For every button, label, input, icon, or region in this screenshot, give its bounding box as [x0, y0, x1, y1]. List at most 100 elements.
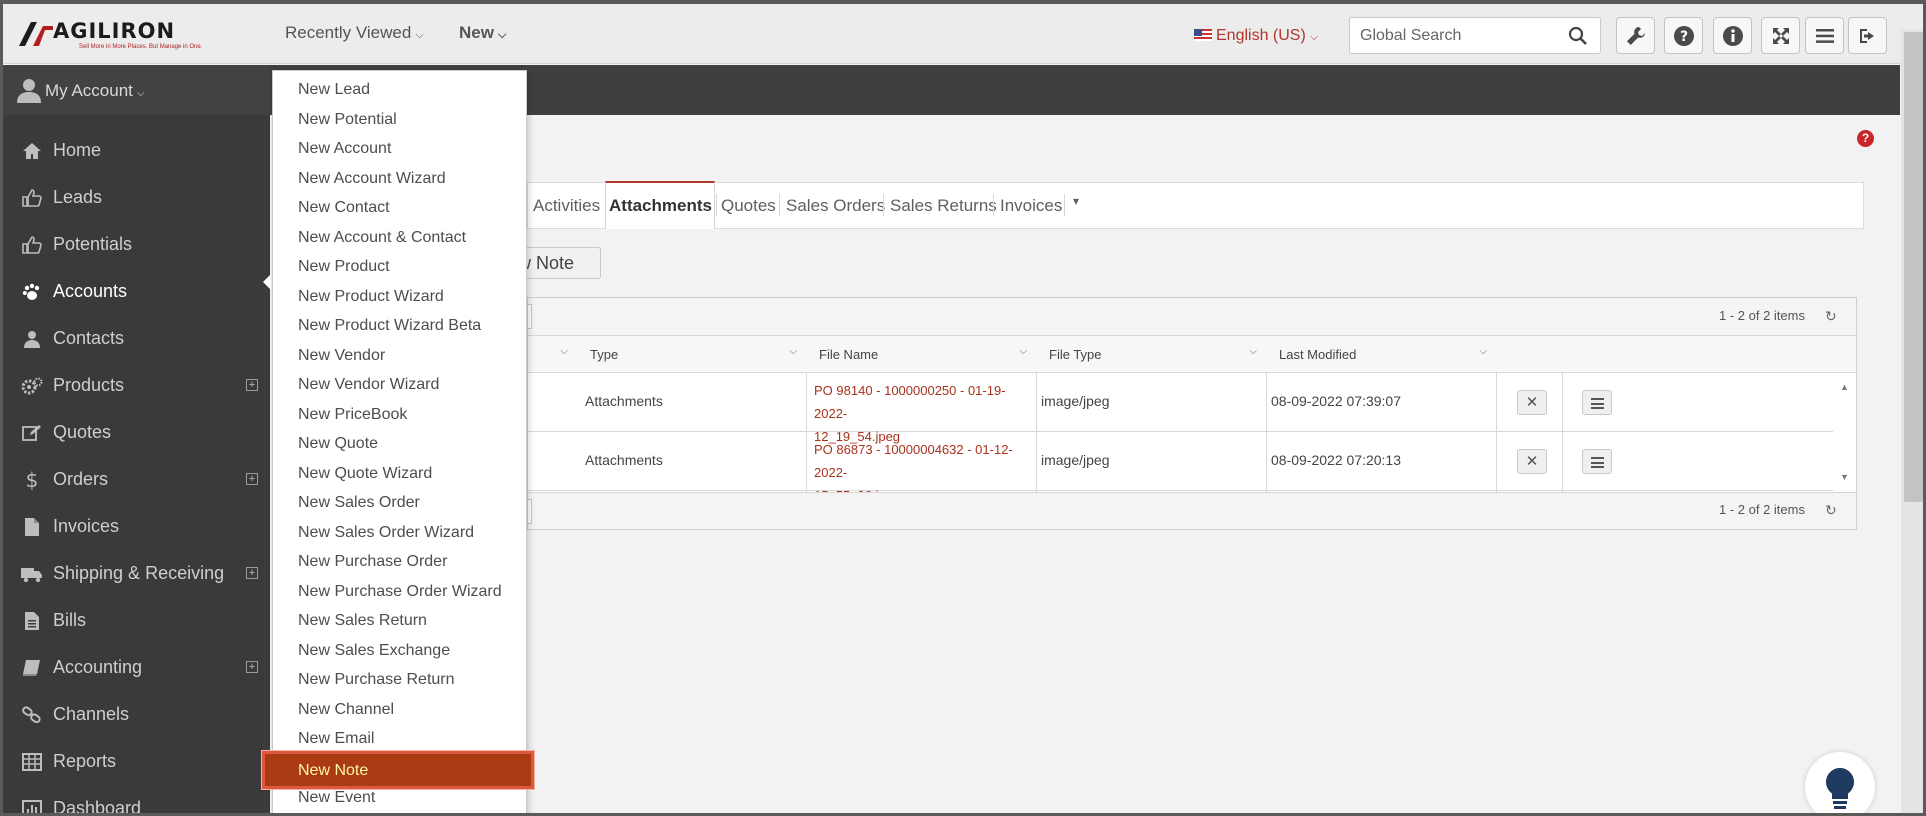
column-header-file-name[interactable]: File Name ⌵: [807, 335, 1037, 373]
sidebar-item-label: Products: [53, 375, 125, 395]
lightbulb-icon: [1825, 768, 1855, 809]
language-selector[interactable]: English (US) ⌵: [1194, 27, 1318, 45]
search-icon[interactable]: [1568, 26, 1588, 46]
menu-item-new-account-wizard[interactable]: New Account Wizard: [273, 165, 526, 194]
row-menu-button[interactable]: [1582, 390, 1612, 415]
menu-item-new-contact[interactable]: New Contact: [273, 194, 526, 223]
menu-item-new-sales-exchange[interactable]: New Sales Exchange: [273, 637, 526, 666]
sidebar-item-leads[interactable]: Leads: [3, 174, 270, 221]
sidebar-item-dashboard[interactable]: Dashboard: [3, 785, 270, 813]
svg-text:?: ?: [1679, 29, 1687, 45]
tab-sales-orders[interactable]: Sales Orders: [786, 196, 885, 216]
menu-item-new-product-wizard[interactable]: New Product Wizard: [273, 283, 526, 312]
row-menu-button[interactable]: [1582, 449, 1612, 474]
column-divider: [806, 373, 807, 492]
menu-item-new-channel[interactable]: New Channel: [273, 696, 526, 725]
menu-item-new-product[interactable]: New Product: [273, 253, 526, 282]
sidebar-item-shipping-receiving[interactable]: Shipping & Receiving +: [3, 550, 270, 597]
sidebar-item-accounts[interactable]: Accounts: [3, 268, 270, 315]
expand-plus-icon[interactable]: +: [246, 379, 258, 391]
brand-logo[interactable]: AGILIRON Sell More in More Places. But M…: [19, 18, 214, 52]
tab-invoices[interactable]: Invoices: [1000, 196, 1062, 216]
menu-item-new-vendor[interactable]: New Vendor: [273, 342, 526, 371]
column-menu-icon[interactable]: ⌵: [789, 346, 797, 357]
menu-item-new-pricebook[interactable]: New PriceBook: [273, 401, 526, 430]
svg-text:$: $: [26, 470, 39, 490]
column-menu-icon[interactable]: ⌵: [1019, 346, 1027, 357]
more-tabs-caret-icon[interactable]: ▾: [1073, 194, 1079, 208]
expand-plus-icon[interactable]: +: [246, 473, 258, 485]
column-header-type[interactable]: Type ⌵: [578, 335, 807, 373]
menu-item-label: New Lead: [298, 81, 371, 98]
menu-item-new-account-and-contact[interactable]: New Account & Contact: [273, 224, 526, 253]
menu-button[interactable]: [1805, 17, 1844, 54]
sidebar-item-bills[interactable]: Bills: [3, 597, 270, 644]
column-menu-icon[interactable]: ⌵: [1479, 346, 1487, 357]
menu-item-new-sales-return[interactable]: New Sales Return: [273, 607, 526, 636]
delete-button[interactable]: ✕: [1517, 390, 1547, 415]
column-header-last-modified[interactable]: Last Modified ⌵: [1267, 335, 1497, 373]
my-account-menu[interactable]: My Account ⌵: [3, 65, 270, 115]
sidebar-item-channels[interactable]: Channels: [3, 691, 270, 738]
help-button[interactable]: ?: [1664, 17, 1703, 54]
tab-attachments[interactable]: Attachments: [609, 196, 712, 216]
menu-item-new-purchase-return[interactable]: New Purchase Return: [273, 666, 526, 695]
grid-pager-top[interactable]: [528, 304, 532, 329]
menu-item-new-vendor-wizard[interactable]: New Vendor Wizard: [273, 371, 526, 400]
menu-item-new-sales-order-wizard[interactable]: New Sales Order Wizard: [273, 519, 526, 548]
grid-pager-bottom[interactable]: [528, 499, 532, 524]
delete-button[interactable]: ✕: [1517, 449, 1547, 474]
column-header-file-type[interactable]: File Type ⌵: [1037, 335, 1267, 373]
help-bulb-button[interactable]: [1805, 752, 1875, 813]
sidebar-item-quotes[interactable]: Quotes: [3, 409, 270, 456]
menu-item-new-quote-wizard[interactable]: New Quote Wizard: [273, 460, 526, 489]
sidebar-item-accounting[interactable]: Accounting +: [3, 644, 270, 691]
grid-scroll-down-icon[interactable]: ▼: [1840, 472, 1849, 482]
sidebar-item-contacts[interactable]: Contacts: [3, 315, 270, 362]
column-menu-icon[interactable]: ⌵: [1249, 346, 1257, 357]
menu-item-new-event[interactable]: New Event: [273, 784, 526, 813]
language-label: English (US): [1216, 27, 1306, 44]
sidebar-item-home[interactable]: Home: [3, 127, 270, 174]
page-scrollbar-thumb[interactable]: [1904, 32, 1923, 502]
column-menu-icon[interactable]: ⌵: [560, 346, 568, 357]
menu-item-new-purchase-order-wizard[interactable]: New Purchase Order Wizard: [273, 578, 526, 607]
tab-quotes[interactable]: Quotes: [721, 196, 776, 216]
sidebar-item-orders[interactable]: $ Orders +: [3, 456, 270, 503]
tab-activities[interactable]: Activities: [533, 196, 600, 216]
recently-viewed-menu[interactable]: Recently Viewed ⌵: [285, 23, 424, 43]
expand-plus-icon[interactable]: +: [246, 661, 258, 673]
fullscreen-button[interactable]: [1761, 17, 1800, 54]
page-help-icon[interactable]: ?: [1857, 130, 1874, 147]
sidebar-item-invoices[interactable]: Invoices: [3, 503, 270, 550]
menu-item-new-product-wizard-beta[interactable]: New Product Wizard Beta: [273, 312, 526, 341]
menu-item-new-sales-order[interactable]: New Sales Order: [273, 489, 526, 518]
column-divider: [1266, 373, 1267, 492]
menu-item-new-quote[interactable]: New Quote: [273, 430, 526, 459]
global-search-input[interactable]: [1360, 26, 1560, 46]
menu-item-new-account[interactable]: New Account: [273, 135, 526, 164]
grid-scroll-up-icon[interactable]: ▲: [1840, 382, 1849, 392]
table-row[interactable]: Attachments PO 86873 - 10000004632 - 01-…: [528, 432, 1833, 503]
table-row[interactable]: Attachments PO 98140 - 1000000250 - 01-1…: [528, 373, 1833, 444]
tab-divider: [1064, 194, 1065, 216]
sidebar-item-reports[interactable]: Reports: [3, 738, 270, 785]
sidebar-item-label: Home: [53, 140, 102, 160]
menu-item-new-lead[interactable]: New Lead: [273, 76, 526, 105]
wrench-icon: [1626, 26, 1645, 45]
menu-item-new-note[interactable]: New Note: [261, 749, 535, 790]
new-menu[interactable]: New ⌵: [459, 23, 506, 43]
sidebar-item-potentials[interactable]: Potentials: [3, 221, 270, 268]
menu-item-label: New PriceBook: [298, 405, 408, 423]
refresh-icon[interactable]: ↻: [1825, 308, 1837, 325]
menu-item-new-purchase-order[interactable]: New Purchase Order: [273, 548, 526, 577]
page-scrollbar[interactable]: [1901, 30, 1923, 813]
tab-sales-returns[interactable]: Sales Returns: [890, 196, 997, 216]
info-button[interactable]: [1713, 17, 1752, 54]
expand-plus-icon[interactable]: +: [246, 567, 258, 579]
sidebar-item-products[interactable]: Products +: [3, 362, 270, 409]
tools-button[interactable]: [1616, 17, 1655, 54]
refresh-icon[interactable]: ↻: [1825, 502, 1837, 519]
menu-item-new-potential[interactable]: New Potential: [273, 106, 526, 135]
logout-button[interactable]: [1848, 17, 1887, 54]
